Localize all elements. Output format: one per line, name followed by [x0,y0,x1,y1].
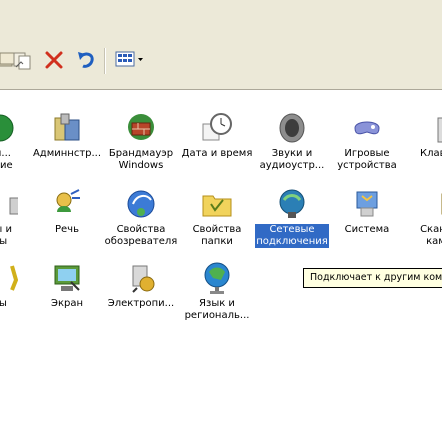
speaker-icon [274,110,310,146]
item-keyboard[interactable]: Клави [398,110,442,160]
item-scanners-cameras[interactable]: Сканекам [398,186,442,248]
item-speech[interactable]: Речь [29,186,105,236]
folder-options-icon [199,186,235,222]
power-options-icon [123,260,159,296]
window-top-area [0,0,442,34]
item-label: Система [344,224,390,235]
copy-to-icon[interactable] [10,48,34,72]
firewall-icon [123,110,159,146]
accessibility-globe-icon [0,110,18,146]
globe-icon [199,260,235,296]
item-label: Электропи... [107,298,175,309]
undo-icon[interactable] [74,48,98,72]
system-icon [349,186,385,222]
item-label: ры иры [0,224,12,247]
administrative-tools-icon [49,110,85,146]
item-administrative-tools[interactable]: Админнстр... [29,110,105,160]
toolbar-separator [104,48,106,74]
speech-icon [49,186,85,222]
item-label: ти...ение [0,148,13,171]
item-label-selected: Сетевые подключения [254,223,330,249]
delete-icon[interactable] [42,48,66,72]
gamepad-icon [349,110,385,146]
item-label: Админнстр... [32,148,102,159]
item-label: Дата и время [181,148,253,159]
item-label: Речь [55,224,79,235]
item-display[interactable]: Экран [29,260,105,310]
item-label: Язык и региональ... [184,298,250,321]
item-label: ты [0,298,7,309]
toolbar [0,34,442,90]
item-label: Экран [50,298,84,309]
item-label: Звуки и аудиоустр... [259,148,325,171]
network-connections-icon [274,186,310,222]
scanner-camera-icon [418,186,442,222]
display-icon [49,260,85,296]
item-game-controllers[interactable]: Игровые устройства [329,110,405,172]
item-windows-firewall[interactable]: Брандмауэр Windows [103,110,179,172]
view-menu-icon [114,48,144,73]
item-label: Игровые устройства [337,148,397,171]
internet-options-icon [123,186,159,222]
item-network-connections[interactable]: Сетевые подключения [254,186,330,249]
item-label: Свойства папки [192,224,242,247]
item-date-time[interactable]: Дата и время [179,110,255,160]
item-internet-options[interactable]: Свойства обозревателя [103,186,179,248]
control-panel-icon-view: ти...ение Админнстр... БрандмауэрWindows… [0,90,442,432]
item-label: Брандмауэр Windows [108,148,174,171]
item-system[interactable]: Система [329,186,405,236]
item-power-options[interactable]: Электропи... [103,260,179,310]
item-regional-language[interactable]: Язык и региональ... [179,260,255,322]
item-label: Клави [419,148,442,159]
item-sounds-audio[interactable]: Звуки и аудиоустр... [254,110,330,172]
fonts-icon [0,260,19,296]
tooltip: Подключает к другим ком [303,268,442,288]
item-label: Свойства обозревателя [104,224,178,247]
keyboard-icon [418,110,442,146]
clock-icon [199,110,235,146]
item-label: Сканекам [420,224,442,247]
view-menu-button[interactable] [112,48,146,72]
printer-icon [0,186,21,222]
item-folder-options[interactable]: Свойства папки [179,186,255,248]
